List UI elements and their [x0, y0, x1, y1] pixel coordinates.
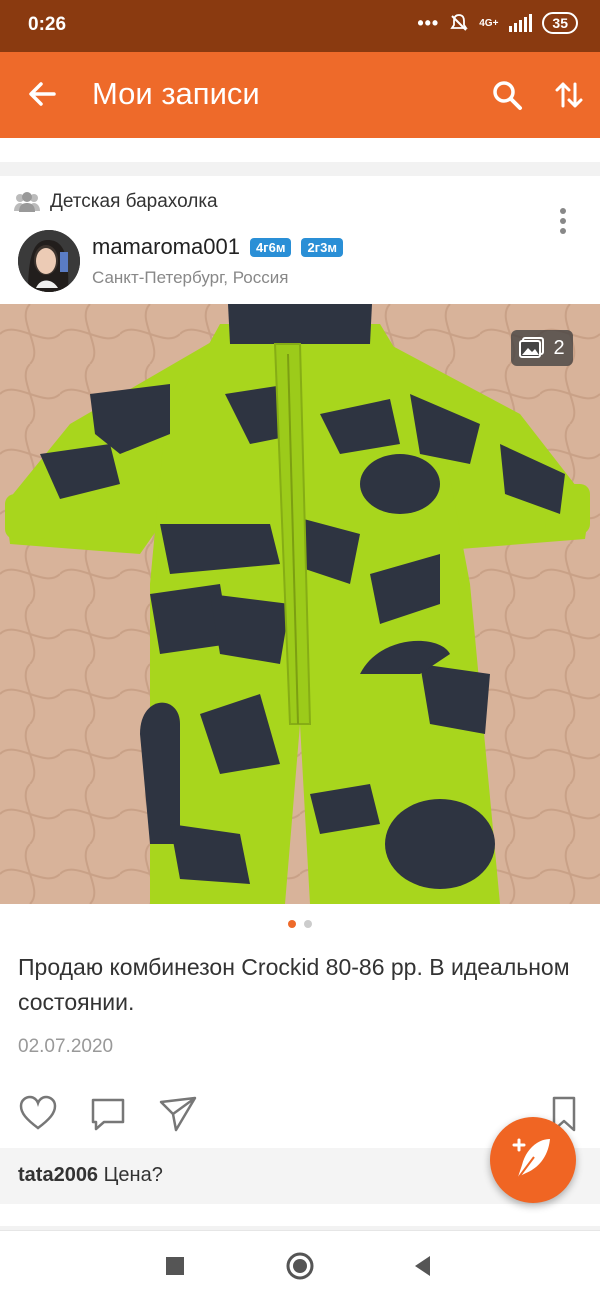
- photo-count: 2: [553, 336, 565, 359]
- status-bar: 0:26 ••• 4G+ 35: [0, 0, 600, 52]
- post-date: 02.07.2020: [18, 1036, 114, 1057]
- group-row[interactable]: Детская барахолка: [12, 191, 218, 213]
- system-nav-bar: [0, 1230, 600, 1299]
- battery-indicator: 35: [542, 12, 578, 34]
- search-icon[interactable]: [490, 78, 524, 112]
- author-row: mamaroma001 4г6м 2г3м: [92, 234, 343, 260]
- gallery-icon: [519, 337, 545, 358]
- photo-pager: [0, 920, 600, 928]
- pager-dot: [304, 920, 312, 928]
- avatar[interactable]: [18, 230, 80, 292]
- feather-pen-icon: [512, 1138, 550, 1182]
- snowsuit-image: [0, 304, 600, 904]
- comment-icon[interactable]: [88, 1094, 128, 1134]
- recent-apps-icon[interactable]: [158, 1249, 192, 1283]
- status-time: 0:26: [28, 14, 67, 35]
- more-notifications-icon: •••: [417, 12, 440, 33]
- sort-icon[interactable]: [552, 78, 586, 112]
- new-post-fab[interactable]: [490, 1117, 576, 1203]
- mute-icon: [450, 14, 468, 31]
- share-icon[interactable]: [158, 1094, 198, 1134]
- home-icon[interactable]: [283, 1249, 317, 1283]
- more-options-icon[interactable]: [552, 206, 574, 236]
- back-triangle-icon[interactable]: [406, 1249, 440, 1283]
- network-type: 4G+: [479, 17, 499, 29]
- pager-dot-active: [288, 920, 296, 928]
- comment-text: Цена?: [103, 1164, 163, 1186]
- signal-icon: [509, 14, 533, 32]
- post-text: Продаю комбинезон Crockid 80-86 рр. В ид…: [18, 954, 570, 1015]
- author-name[interactable]: mamaroma001: [92, 234, 240, 260]
- previous-post-edge: [0, 138, 600, 162]
- author-location: Санкт-Петербург, Россия: [92, 268, 289, 287]
- status-icons: ••• 4G+ 35: [417, 12, 578, 34]
- child-age-badge: 2г3м: [301, 237, 343, 257]
- group-name[interactable]: Детская барахолка: [50, 191, 218, 213]
- comment-author[interactable]: tata2006: [18, 1164, 98, 1186]
- post-card: Детская барахолка mamaroma001 4г6м 2г3м …: [0, 176, 600, 1226]
- child-age-badge: 4г6м: [249, 237, 292, 257]
- back-arrow-icon[interactable]: [24, 76, 60, 112]
- group-icon: [14, 192, 40, 212]
- photo-count-badge: 2: [511, 330, 573, 366]
- app-toolbar: Мои записи: [0, 52, 600, 138]
- page-title: Мои записи: [92, 76, 260, 111]
- like-heart-icon[interactable]: [18, 1094, 58, 1134]
- post-photo[interactable]: 2: [0, 304, 600, 904]
